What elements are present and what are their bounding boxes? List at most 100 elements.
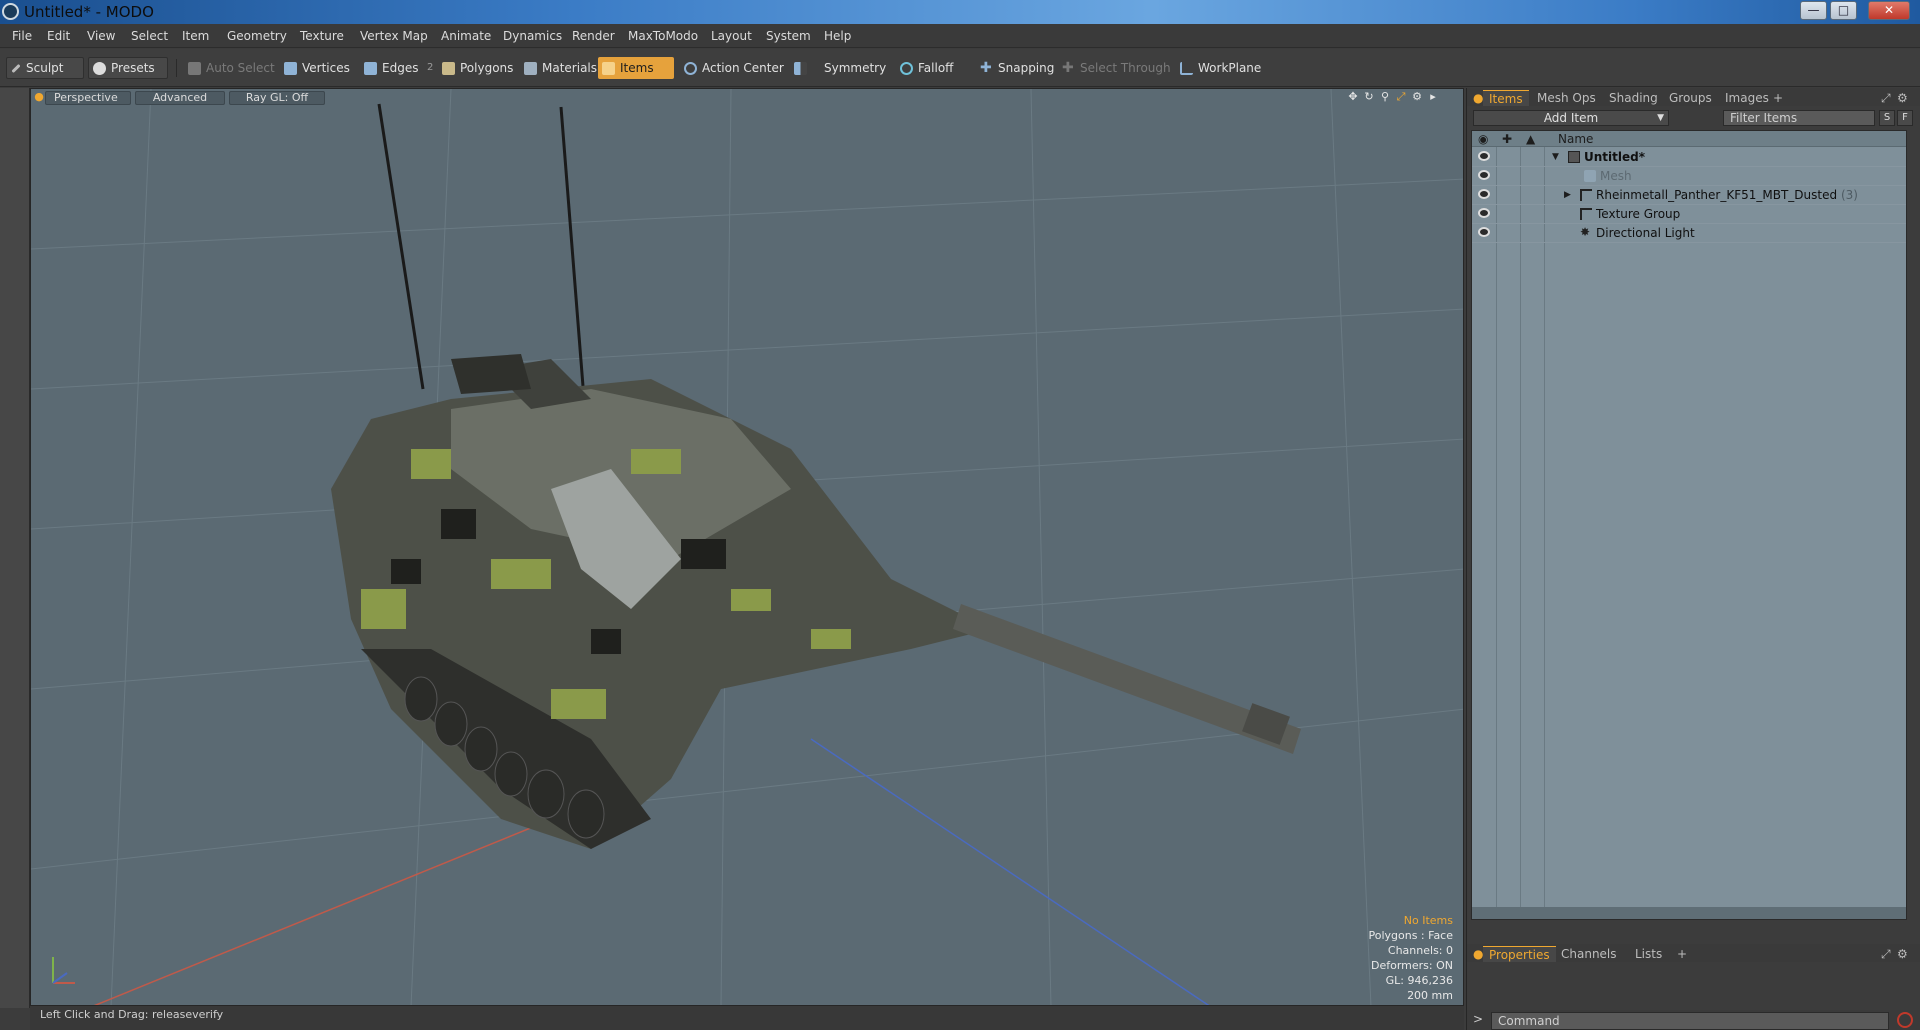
workplane-button[interactable]: WorkPlane <box>1176 57 1267 79</box>
collapse-arrow-icon[interactable]: ▼ <box>1552 152 1559 162</box>
polygons-button[interactable]: Polygons <box>438 57 519 79</box>
properties-tabs: ● Properties Channels Lists + ⤢ ⚙ <box>1467 944 1920 962</box>
symmetry-button[interactable]: Symmetry <box>790 57 892 79</box>
f-button[interactable]: F <box>1897 110 1913 126</box>
tab-lists[interactable]: Lists <box>1629 946 1668 962</box>
eye-icon[interactable] <box>1478 189 1490 199</box>
polygons-info: Polygons : Face <box>1368 929 1453 942</box>
tab-channels[interactable]: Channels <box>1555 946 1623 962</box>
expand-arrow-icon[interactable]: ▶ <box>1564 190 1571 200</box>
gear-icon[interactable]: ⚙ <box>1411 91 1423 103</box>
tree-row-directional-light[interactable]: ✸ Directional Light <box>1472 224 1906 243</box>
menu-system[interactable]: System <box>766 29 811 43</box>
eye-icon[interactable] <box>1478 170 1490 180</box>
gl-info: GL: 946,236 <box>1385 974 1453 987</box>
scene-icon <box>1568 151 1580 163</box>
pan-icon[interactable]: ✥ <box>1347 91 1359 103</box>
group-icon <box>1580 208 1592 220</box>
menu-item[interactable]: Item <box>182 29 209 43</box>
tab-perspective[interactable]: Perspective <box>45 91 131 105</box>
minimize-button[interactable]: — <box>1800 1 1827 20</box>
vertices-button[interactable]: Vertices <box>280 57 356 79</box>
tree-row-rheinmetall[interactable]: ▶ Rheinmetall_Panther_KF51_MBT_Dusted (3… <box>1472 186 1906 205</box>
menu-edit[interactable]: Edit <box>47 29 70 43</box>
menu-vertex-map[interactable]: Vertex Map <box>360 29 428 43</box>
tab-advanced[interactable]: Advanced <box>135 91 225 105</box>
antenna-left <box>377 103 425 390</box>
tab-groups[interactable]: Groups <box>1663 90 1718 106</box>
filter-items-input[interactable]: Filter Items <box>1723 110 1875 126</box>
menu-animate[interactable]: Animate <box>441 29 491 43</box>
tree-row-texture-group[interactable]: Texture Group <box>1472 205 1906 224</box>
menu-help[interactable]: Help <box>824 29 851 43</box>
command-prompt-icon: > <box>1473 1012 1484 1026</box>
viewport-menu-icon[interactable]: ● <box>33 91 45 103</box>
menu-maxtomodo[interactable]: MaxToModo <box>628 29 698 43</box>
window-title: Untitled* - MODO <box>24 3 154 21</box>
axis-gizmo-icon <box>52 957 75 984</box>
render-column-icon[interactable]: ▲ <box>1526 132 1535 146</box>
sculpt-button[interactable]: Sculpt <box>6 57 84 79</box>
action-center-button[interactable]: Action Center <box>680 57 790 79</box>
tab-items[interactable]: Items <box>1483 90 1529 106</box>
add-item-dropdown[interactable]: Add Item ▼ <box>1473 110 1669 126</box>
close-button[interactable]: ✕ <box>1868 1 1910 20</box>
command-bar: > Command <box>1467 1010 1920 1030</box>
menu-select[interactable]: Select <box>131 29 168 43</box>
edges-count: 2 <box>427 62 434 73</box>
menu-view[interactable]: View <box>87 29 115 43</box>
tree-row-mesh[interactable]: Mesh <box>1472 167 1906 186</box>
tab-shading[interactable]: Shading <box>1603 90 1664 106</box>
presets-button[interactable]: Presets <box>88 57 168 79</box>
command-input[interactable]: Command <box>1491 1012 1889 1030</box>
select-through-icon: ✚ <box>1062 59 1074 76</box>
auto-select-button[interactable]: Auto Select <box>184 57 281 79</box>
tab-ray-gl[interactable]: Ray GL: Off <box>229 91 325 105</box>
materials-button[interactable]: Materials <box>520 57 603 79</box>
horizontal-scrollbar[interactable] <box>1472 907 1906 919</box>
menu-render[interactable]: Render <box>572 29 615 43</box>
properties-gear-icon[interactable]: ⚙ <box>1891 946 1914 962</box>
eye-icon[interactable] <box>1478 151 1490 161</box>
panel-gear-icon[interactable]: ⚙ <box>1891 90 1914 106</box>
eye-icon[interactable] <box>1478 208 1490 218</box>
edges-button[interactable]: Edges <box>360 57 424 79</box>
antenna-right <box>559 106 586 400</box>
status-text: Left Click and Drag: releaseverify <box>40 1008 224 1021</box>
menu-layout[interactable]: Layout <box>711 29 752 43</box>
right-panel: ● Items Mesh Ops Shading Groups Images +… <box>1466 88 1920 1030</box>
eye-icon[interactable] <box>1478 227 1490 237</box>
falloff-icon <box>900 61 913 75</box>
items-button[interactable]: Items <box>598 57 674 79</box>
expand-right-icon[interactable]: ▸ <box>1427 91 1439 103</box>
lock-column-icon[interactable]: ✚ <box>1502 132 1512 146</box>
tab-mesh-ops[interactable]: Mesh Ops <box>1531 90 1602 106</box>
snapping-icon: ✚ <box>980 59 992 76</box>
zoom-icon[interactable]: ⚲ <box>1379 91 1391 103</box>
edges-icon <box>364 61 377 75</box>
add-tab-button[interactable]: + <box>1767 90 1789 106</box>
snapping-button[interactable]: ✚ Snapping <box>976 57 1060 79</box>
select-through-button[interactable]: ✚ Select Through <box>1058 57 1177 79</box>
materials-icon <box>524 61 537 75</box>
tree-row-scene[interactable]: ▼ Untitled* <box>1472 148 1906 167</box>
rotate-icon[interactable]: ↻ <box>1363 91 1375 103</box>
falloff-button[interactable]: Falloff <box>896 57 959 79</box>
polygons-icon <box>442 61 455 75</box>
menu-dynamics[interactable]: Dynamics <box>503 29 562 43</box>
menu-geometry[interactable]: Geometry <box>227 29 287 43</box>
menu-file[interactable]: File <box>12 29 32 43</box>
fit-icon[interactable]: ⤢ <box>1395 91 1407 103</box>
visibility-column-icon[interactable]: ◉ <box>1478 132 1488 146</box>
tab-properties[interactable]: Properties <box>1483 946 1556 962</box>
maximize-button[interactable]: □ <box>1830 1 1857 20</box>
menu-texture[interactable]: Texture <box>300 29 344 43</box>
add-properties-tab-button[interactable]: + <box>1671 946 1693 962</box>
scale-info: 200 mm <box>1407 989 1453 1002</box>
item-tree: ◉ ✚ ▲ Name ▼ Untitled* Mesh ▶ Rheinmetal… <box>1471 130 1907 920</box>
3d-viewport[interactable]: ● Perspective Advanced Ray GL: Off ✥ ↻ ⚲… <box>30 88 1464 1006</box>
name-column-header[interactable]: Name <box>1558 132 1593 146</box>
tree-header: ◉ ✚ ▲ Name <box>1472 131 1906 147</box>
record-icon[interactable] <box>1897 1012 1913 1028</box>
s-button[interactable]: S <box>1879 110 1895 126</box>
